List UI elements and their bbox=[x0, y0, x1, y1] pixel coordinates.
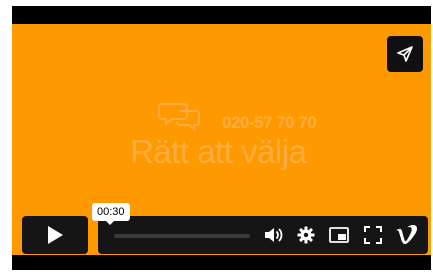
speech-bubbles-icon bbox=[158, 103, 200, 131]
brand-phone: 020-57 70 70 bbox=[222, 113, 317, 132]
control-bar bbox=[98, 216, 428, 254]
picture-in-picture-icon bbox=[329, 227, 349, 243]
pip-button[interactable] bbox=[329, 225, 349, 245]
vimeo-link[interactable] bbox=[395, 225, 419, 245]
play-icon bbox=[48, 226, 63, 244]
share-button[interactable] bbox=[387, 36, 423, 72]
gear-icon bbox=[297, 226, 315, 244]
brand-logo: 020-57 70 70 Rätt att välja bbox=[130, 99, 340, 170]
share-paper-plane-icon bbox=[397, 46, 413, 62]
video-player: 020-57 70 70 Rätt att välja 00:30 bbox=[12, 6, 431, 270]
progress-bar[interactable] bbox=[114, 234, 250, 238]
fullscreen-button[interactable] bbox=[363, 225, 383, 245]
brand-title: Rätt att välja bbox=[130, 133, 307, 170]
play-button[interactable] bbox=[22, 216, 88, 254]
vimeo-logo-icon bbox=[396, 225, 417, 244]
settings-button[interactable] bbox=[296, 225, 316, 245]
volume-button[interactable] bbox=[263, 225, 283, 245]
current-time-tooltip: 00:30 bbox=[92, 203, 130, 225]
volume-icon bbox=[265, 228, 283, 242]
fullscreen-icon bbox=[364, 226, 382, 244]
